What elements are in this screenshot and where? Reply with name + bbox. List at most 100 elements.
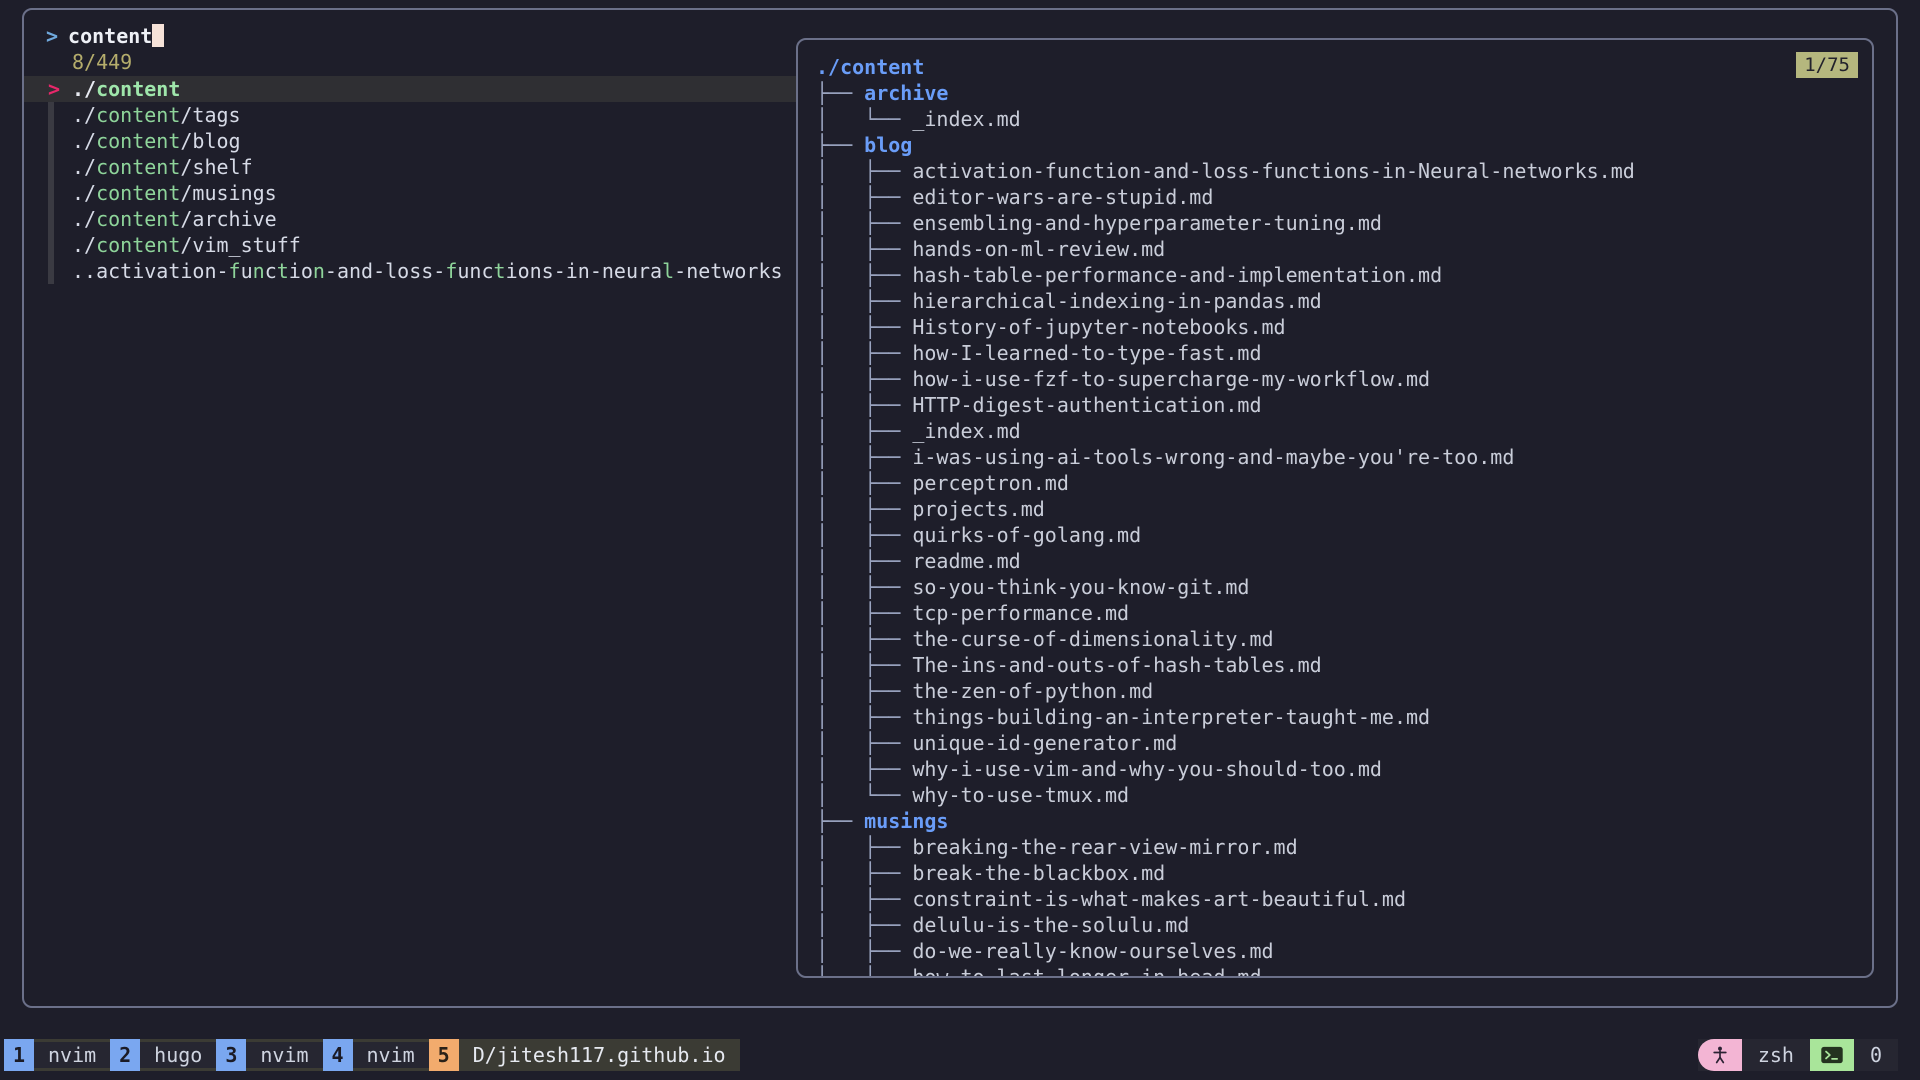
tmux-window-name: hugo <box>140 1042 216 1068</box>
tree-file-line: │ └── _index.md <box>816 106 1872 132</box>
selection-pointer-placeholder: > <box>48 258 72 284</box>
terminal-prompt-icon <box>1810 1039 1854 1071</box>
tree-root-line: ./content <box>816 54 1872 80</box>
tmux-window-3[interactable]: 3nvim <box>216 1039 322 1071</box>
tmux-window-2[interactable]: 2hugo <box>110 1039 216 1071</box>
tree-file-name: i-was-using-ai-tools-wrong-and-maybe-you… <box>912 445 1514 469</box>
tree-branch-glyph: │ ├── <box>816 497 912 521</box>
list-item[interactable]: >./content/archive <box>24 206 796 232</box>
list-item[interactable]: >./content/shelf <box>24 154 796 180</box>
tree-file-line: │ ├── projects.md <box>816 496 1872 522</box>
list-item[interactable]: >./content/musings <box>24 180 796 206</box>
tree-file-line: │ ├── hierarchical-indexing-in-pandas.md <box>816 288 1872 314</box>
tree-file-name: _index.md <box>912 107 1020 131</box>
selection-pointer-placeholder: > <box>48 206 72 232</box>
tree-branch-glyph: │ ├── <box>816 705 912 729</box>
tree-branch-glyph: │ ├── <box>816 315 912 339</box>
tree-branch-glyph: │ └── <box>816 783 912 807</box>
tree-file-line: │ ├── how-i-use-fzf-to-supercharge-my-wo… <box>816 366 1872 392</box>
tree-file-line: │ ├── delulu-is-the-solulu.md <box>816 912 1872 938</box>
list-item[interactable]: >./content <box>24 76 796 102</box>
tree-branch-glyph: │ ├── <box>816 601 912 625</box>
tree-file-line: │ ├── unique-id-generator.md <box>816 730 1872 756</box>
fzf-query-row[interactable]: > content <box>24 22 796 49</box>
tree-file-name: HTTP-digest-authentication.md <box>912 393 1261 417</box>
tmux-window-name: nvim <box>353 1042 429 1068</box>
list-item[interactable]: >./content/vim_stuff <box>24 232 796 258</box>
tree-branch-glyph: │ ├── <box>816 757 912 781</box>
tmux-window-1[interactable]: 1nvim <box>4 1039 110 1071</box>
tree-file-name: perceptron.md <box>912 471 1069 495</box>
selection-pointer-placeholder: > <box>48 232 72 258</box>
tree-file-line: │ ├── break-the-blackbox.md <box>816 860 1872 886</box>
tree-branch-glyph: │ ├── <box>816 263 912 287</box>
tree-file-name: why-to-use-tmux.md <box>912 783 1129 807</box>
selection-pointer-placeholder: > <box>48 180 72 206</box>
tmux-window-5[interactable]: 5D/jitesh117.github.io <box>429 1039 740 1071</box>
tree-file-line: │ ├── readme.md <box>816 548 1872 574</box>
list-item[interactable]: >./content/blog <box>24 128 796 154</box>
list-item[interactable]: >..activation-function-and-loss-function… <box>24 258 796 284</box>
tree-file-name: how-to-last-longer-in-head.md <box>912 965 1261 978</box>
list-item-label: ./content <box>72 76 180 102</box>
tree-file-line: │ ├── perceptron.md <box>816 470 1872 496</box>
tree-file-line: │ ├── hash-table-performance-and-impleme… <box>816 262 1872 288</box>
tree-file-line: │ └── why-to-use-tmux.md <box>816 782 1872 808</box>
selection-pointer-icon: > <box>48 76 72 102</box>
tree-file-line: │ ├── activation-function-and-loss-funct… <box>816 158 1872 184</box>
tree-file-line: │ ├── The-ins-and-outs-of-hash-tables.md <box>816 652 1872 678</box>
tree-branch-glyph: │ ├── <box>816 965 912 978</box>
tree-file-line: │ ├── tcp-performance.md <box>816 600 1872 626</box>
tree-file-name: hands-on-ml-review.md <box>912 237 1165 261</box>
tmux-window-index: 2 <box>110 1039 140 1071</box>
tree-file-name: breaking-the-rear-view-mirror.md <box>912 835 1297 859</box>
tree-branch-glyph: │ ├── <box>816 575 912 599</box>
tree-file-name: projects.md <box>912 497 1044 521</box>
tree-branch-glyph: │ ├── <box>816 393 912 417</box>
tree-file-line: │ ├── constraint-is-what-makes-art-beaut… <box>816 886 1872 912</box>
tree-file-line: │ ├── why-i-use-vim-and-why-you-should-t… <box>816 756 1872 782</box>
search-input[interactable]: content <box>68 23 152 49</box>
tree-file-line: │ ├── breaking-the-rear-view-mirror.md <box>816 834 1872 860</box>
tree-file-line: │ ├── so-you-think-you-know-git.md <box>816 574 1872 600</box>
person-icon <box>1698 1039 1742 1071</box>
tree-file-name: editor-wars-are-stupid.md <box>912 185 1213 209</box>
tree-branch-glyph: │ ├── <box>816 887 912 911</box>
list-item-label: ./content/tags <box>72 102 241 128</box>
tree-branch-glyph: │ ├── <box>816 913 912 937</box>
tree-file-line: │ ├── _index.md <box>816 418 1872 444</box>
list-item-label: ./content/musings <box>72 180 277 206</box>
tree-file-line: │ ├── do-we-really-know-ourselves.md <box>816 938 1872 964</box>
tree-file-name: ./content <box>816 55 924 79</box>
tree-file-name: readme.md <box>912 549 1020 573</box>
list-item-label: ./content/vim_stuff <box>72 232 301 258</box>
tree-directory-name: blog <box>864 133 912 157</box>
list-item-label: ./content/blog <box>72 128 241 154</box>
tree-file-name: ensembling-and-hyperparameter-tuning.md <box>912 211 1382 235</box>
tmux-status-bar: 1nvim2hugo3nvim4nvim5D/jitesh117.github.… <box>0 1030 1920 1080</box>
tree-file-name: so-you-think-you-know-git.md <box>912 575 1249 599</box>
tree-file-name: constraint-is-what-makes-art-beautiful.m… <box>912 887 1406 911</box>
tree-file-name: unique-id-generator.md <box>912 731 1177 755</box>
tree-file-name: do-we-really-know-ourselves.md <box>912 939 1273 963</box>
tmux-window-4[interactable]: 4nvim <box>323 1039 429 1071</box>
tree-directory-line: ├── musings <box>816 808 1872 834</box>
tree-file-line: │ ├── how-I-learned-to-type-fast.md <box>816 340 1872 366</box>
tree-branch-glyph: │ ├── <box>816 289 912 313</box>
fzf-result-list[interactable]: >./content>./content/tags>./content/blog… <box>24 76 796 284</box>
list-item[interactable]: >./content/tags <box>24 102 796 128</box>
tree-directory-name: archive <box>864 81 948 105</box>
tree-branch-glyph: │ ├── <box>816 185 912 209</box>
list-item-label: ./content/shelf <box>72 154 253 180</box>
tree-branch-glyph: │ ├── <box>816 159 912 183</box>
tmux-window-index: 3 <box>216 1039 246 1071</box>
tree-file-name: activation-function-and-loss-functions-i… <box>912 159 1634 183</box>
fzf-preview-pane: 1/75 ./content├── archive│ └── _index.md… <box>796 38 1874 978</box>
tmux-status-right: zsh 0 <box>1698 1039 1898 1071</box>
tree-file-name: hierarchical-indexing-in-pandas.md <box>912 289 1321 313</box>
list-item-label: ..activation-function-and-loss-functions… <box>72 258 783 284</box>
tree-file-name: The-ins-and-outs-of-hash-tables.md <box>912 653 1321 677</box>
tree-file-line: │ ├── how-to-last-longer-in-head.md <box>816 964 1872 978</box>
tree-file-line: │ ├── ensembling-and-hyperparameter-tuni… <box>816 210 1872 236</box>
tree-branch-glyph: │ ├── <box>816 445 912 469</box>
